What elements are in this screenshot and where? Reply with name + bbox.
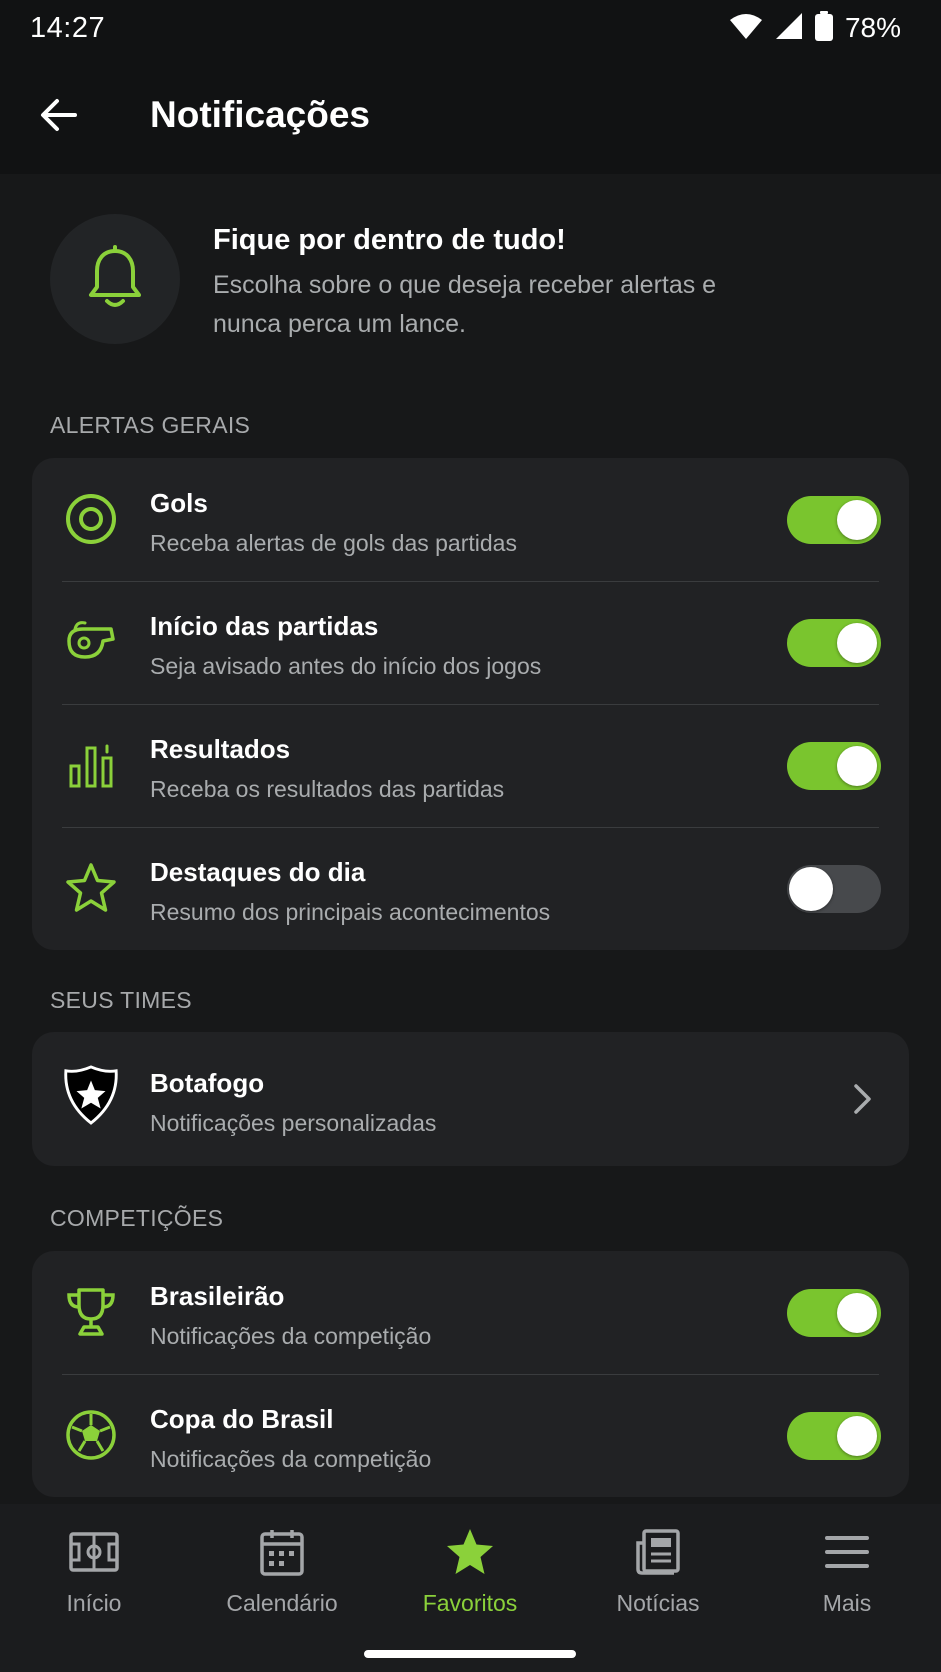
row-subtitle: Seja avisado antes do início dos jogos bbox=[150, 653, 542, 679]
chevron-right-icon bbox=[854, 1084, 871, 1114]
star-icon bbox=[442, 1524, 498, 1580]
status-icons: 78% bbox=[729, 10, 901, 46]
row-title: Resultados bbox=[150, 734, 291, 764]
target-icon bbox=[62, 490, 120, 548]
bottom-navigation: Início Calendário Favoritos Notícias Mai… bbox=[0, 1504, 941, 1672]
toggle-knob bbox=[837, 623, 877, 663]
row-title: Copa do Brasil bbox=[150, 1404, 334, 1434]
competition-row-copa-do-brasil[interactable]: Copa do Brasil Notificações da competiçã… bbox=[32, 1374, 909, 1497]
team-row-botafogo[interactable]: Botafogo Notificações personalizadas bbox=[32, 1032, 909, 1166]
row-title: Gols bbox=[150, 488, 208, 518]
alert-row-inicio[interactable]: Início das partidas Seja avisado antes d… bbox=[32, 581, 909, 704]
row-subtitle: Notificações da competição bbox=[150, 1446, 432, 1472]
nav-item-noticias[interactable]: Notícias bbox=[573, 1524, 743, 1634]
botafogo-shield-icon bbox=[62, 1065, 120, 1125]
destaques-toggle[interactable] bbox=[787, 865, 881, 913]
status-time: 14:27 bbox=[30, 11, 106, 44]
field-icon bbox=[66, 1524, 122, 1580]
row-subtitle: Receba os resultados das partidas bbox=[150, 776, 505, 802]
row-title: Brasileirão bbox=[150, 1281, 285, 1311]
signal-icon bbox=[775, 12, 803, 45]
alert-row-gols[interactable]: Gols Receba alertas de gols das partidas bbox=[32, 458, 909, 581]
toggle-knob bbox=[789, 867, 833, 911]
bell-badge bbox=[50, 214, 180, 344]
home-indicator[interactable] bbox=[364, 1650, 576, 1658]
bar-chart-icon bbox=[62, 736, 120, 794]
section-label-teams: SEUS TIMES bbox=[50, 987, 192, 1013]
menu-icon bbox=[819, 1524, 875, 1580]
nav-label: Favoritos bbox=[422, 1590, 518, 1616]
nav-item-mais[interactable]: Mais bbox=[762, 1524, 932, 1634]
nav-label: Mais bbox=[822, 1590, 872, 1616]
toggle-knob bbox=[837, 1416, 877, 1456]
row-subtitle: Receba alertas de gols das partidas bbox=[150, 530, 517, 556]
intro-title: Fique por dentro de tudo! bbox=[213, 224, 566, 256]
general-alerts-card: Gols Receba alertas de gols das partidas… bbox=[32, 458, 909, 950]
star-icon bbox=[62, 859, 120, 917]
row-subtitle: Notificações personalizadas bbox=[150, 1110, 437, 1136]
soccer-ball-icon bbox=[62, 1406, 120, 1464]
notifications-screen: 14:27 78% Notificações Fique por dentro … bbox=[0, 0, 941, 1672]
row-title: Botafogo bbox=[150, 1068, 265, 1098]
nav-item-inicio[interactable]: Início bbox=[9, 1524, 179, 1634]
intro-banner: Fique por dentro de tudo! Escolha sobre … bbox=[0, 174, 941, 384]
nav-label: Notícias bbox=[616, 1590, 700, 1616]
alert-row-destaques[interactable]: Destaques do dia Resumo dos principais a… bbox=[32, 827, 909, 950]
gols-toggle[interactable] bbox=[787, 496, 881, 544]
inicio-toggle[interactable] bbox=[787, 619, 881, 667]
section-label-competitions: COMPETIÇÕES bbox=[50, 1205, 224, 1231]
back-button[interactable] bbox=[36, 92, 82, 138]
resultados-toggle[interactable] bbox=[787, 742, 881, 790]
wifi-icon bbox=[729, 12, 763, 45]
row-subtitle: Resumo dos principais acontecimentos bbox=[150, 899, 551, 925]
row-title: Destaques do dia bbox=[150, 857, 366, 887]
section-label-general: ALERTAS GERAIS bbox=[50, 412, 251, 438]
toggle-knob bbox=[837, 500, 877, 540]
row-subtitle: Notificações da competição bbox=[150, 1323, 432, 1349]
bell-icon bbox=[89, 245, 141, 307]
page-title: Notificações bbox=[150, 94, 371, 135]
battery-icon bbox=[814, 10, 833, 46]
calendar-icon bbox=[254, 1524, 310, 1580]
competitions-card: Brasileirão Notificações da competição C… bbox=[32, 1251, 909, 1497]
teams-card: Botafogo Notificações personalizadas bbox=[32, 1032, 909, 1166]
toggle-knob bbox=[837, 746, 877, 786]
nav-item-favoritos[interactable]: Favoritos bbox=[385, 1524, 555, 1634]
app-bar: Notificações bbox=[0, 56, 941, 174]
arrow-left-icon bbox=[41, 99, 77, 131]
toggle-knob bbox=[837, 1293, 877, 1333]
nav-label: Início bbox=[66, 1590, 122, 1616]
nav-label: Calendário bbox=[226, 1590, 338, 1616]
intro-subtitle: Escolha sobre o que deseja receber alert… bbox=[213, 271, 717, 338]
alert-row-resultados[interactable]: Resultados Receba os resultados das part… bbox=[32, 704, 909, 827]
status-bar: 14:27 78% bbox=[0, 0, 941, 56]
competition-row-brasileirao[interactable]: Brasileirão Notificações da competição bbox=[32, 1251, 909, 1374]
newspaper-icon bbox=[630, 1524, 686, 1580]
brasileirao-toggle[interactable] bbox=[787, 1289, 881, 1337]
copa-do-brasil-toggle[interactable] bbox=[787, 1412, 881, 1460]
row-title: Início das partidas bbox=[150, 611, 379, 641]
nav-item-calendario[interactable]: Calendário bbox=[197, 1524, 367, 1634]
trophy-icon bbox=[62, 1283, 120, 1341]
whistle-icon bbox=[62, 613, 120, 671]
battery-percentage: 78% bbox=[844, 12, 901, 43]
